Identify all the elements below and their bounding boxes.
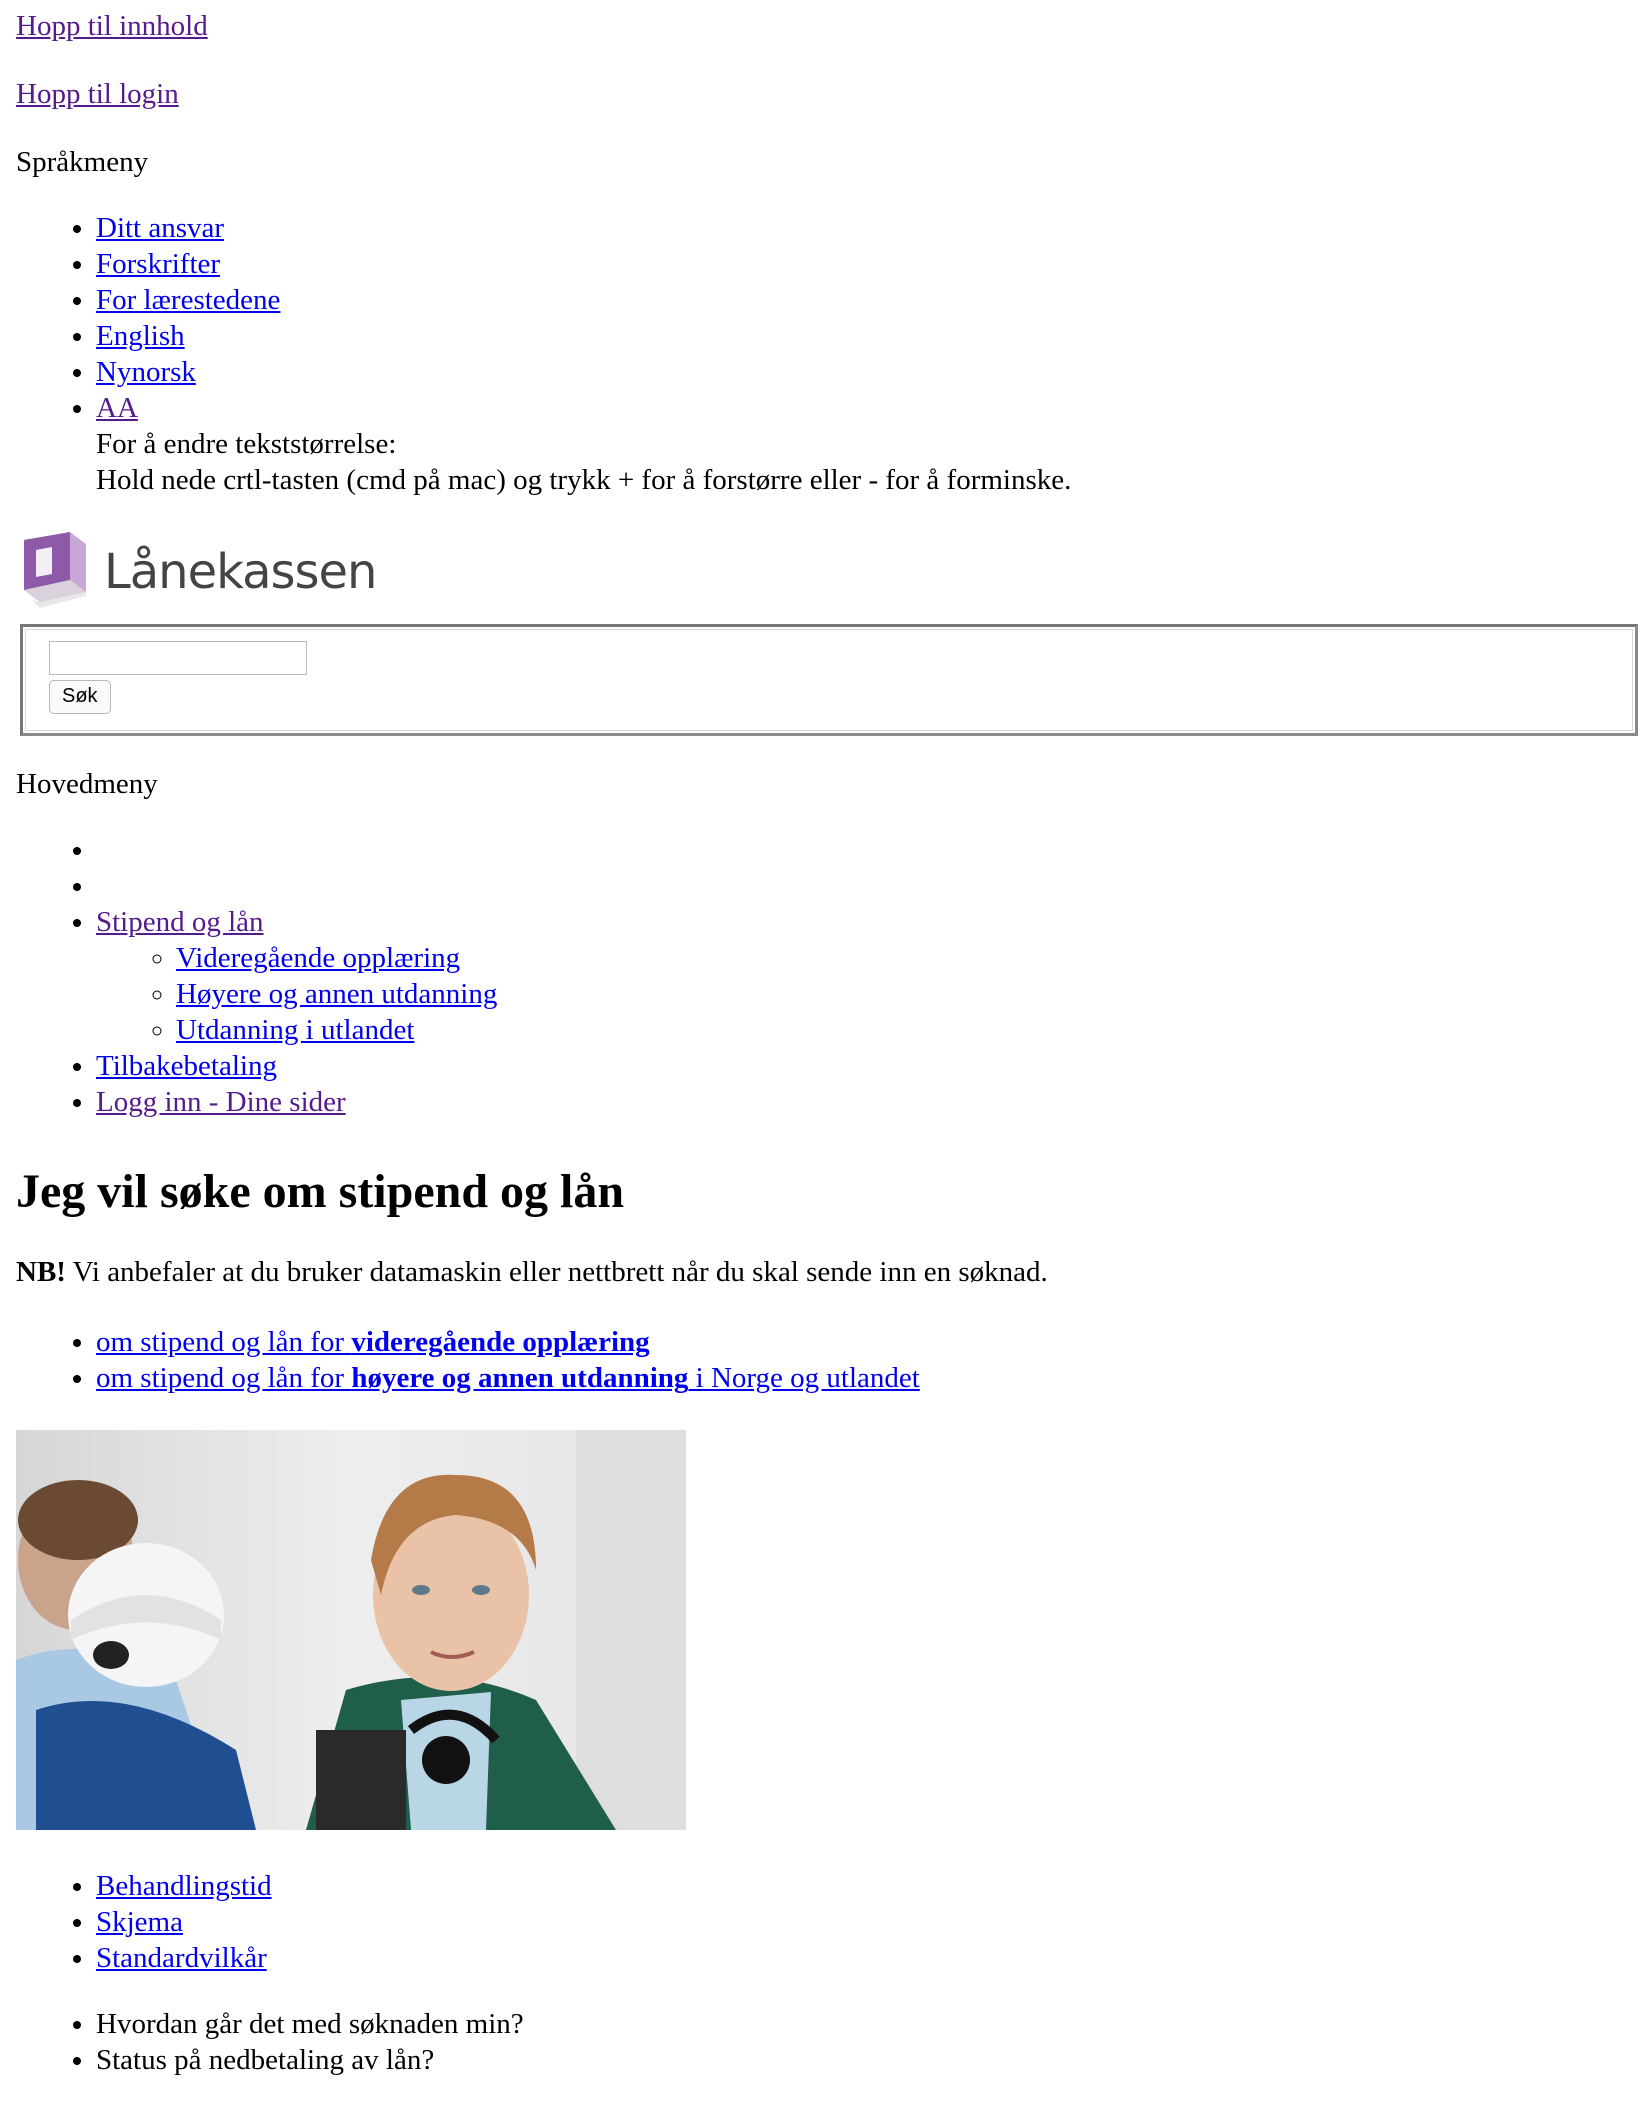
behandlingstid-link[interactable]: Behandlingstid [96,1870,272,1902]
stipend-og-lan-link[interactable]: Stipend og lån [96,906,264,938]
skjema-link[interactable]: Skjema [96,1906,183,1938]
apply-link-item: om stipend og lån for høyere og annen ut… [96,1360,1630,1396]
students-photo [16,1430,686,1830]
status-item-soknad: Hvordan går det med søknaden min? [96,2006,1630,2042]
ditt-ansvar-link[interactable]: Ditt ansvar [96,212,224,244]
main-menu-label: Hovedmeny [16,768,158,800]
language-menu-item: English [96,318,1630,354]
submenu-item: Høyere og annen utdanning [176,976,1630,1012]
apply-link-item: om stipend og lån for videregående opplæ… [96,1324,1630,1360]
language-menu: Ditt ansvar Forskrifter For lærestedene … [16,210,1630,498]
nb-text: Vi anbefaler at du bruker datamaskin ell… [65,1256,1048,1288]
text-size-instructions: Hold nede crtl-tasten (cmd på mac) og tr… [96,464,1072,496]
language-menu-item: AA For å endre tekststørrelse: Hold nede… [96,390,1630,498]
nynorsk-link[interactable]: Nynorsk [96,356,196,388]
main-menu-item-stipend: Stipend og lån Videregående opplæring Hø… [96,904,1630,1048]
forskrifter-link[interactable]: Forskrifter [96,248,220,280]
nb-label: NB! [16,1256,66,1288]
status-list: Hvordan går det med søknaden min? Status… [16,2006,1630,2078]
info-links: Behandlingstid Skjema Standardvilkår [16,1868,1630,1976]
for-laerestedene-link[interactable]: For lærestedene [96,284,280,316]
skip-to-login-link[interactable]: Hopp til login [16,78,179,110]
page-title: Jeg vil søke om stipend og lån [16,1165,625,1218]
apply-link-prefix: om stipend og lån for [96,1326,352,1358]
nb-notice: NB! Vi anbefaler at du bruker datamaskin… [16,1254,1630,1290]
search-input[interactable] [49,641,307,675]
language-menu-item: For lærestedene [96,282,1630,318]
language-menu-item: Forskrifter [96,246,1630,282]
utdanning-utlandet-link[interactable]: Utdanning i utlandet [176,1014,414,1046]
text-size-title: For å endre tekststørrelse: [96,428,397,460]
submenu-item: Videregående opplæring [176,940,1630,976]
apply-link-bold: høyere og annen utdanning [351,1362,689,1394]
main-menu-item-login: Logg inn - Dine sider [96,1084,1630,1120]
skip-to-content-link[interactable]: Hopp til innhold [16,10,208,42]
hoyere-utdanning-link[interactable]: Høyere og annen utdanning [176,978,497,1010]
info-link-item: Skjema [96,1904,1630,1940]
main-menu-item-tilbakebetaling: Tilbakebetaling [96,1048,1630,1084]
search-form: Søk [20,624,1638,736]
apply-link-bold: videregående opplæring [351,1326,650,1358]
language-menu-item: Ditt ansvar [96,210,1630,246]
text-size-link[interactable]: AA [96,392,138,424]
search-button[interactable]: Søk [49,679,111,714]
lanekassen-logo-icon [24,532,86,608]
apply-links: om stipend og lån for videregående opplæ… [16,1324,1630,1396]
stipend-submenu: Videregående opplæring Høyere og annen u… [96,940,1630,1048]
logo-text: Lånekassen [104,544,377,600]
main-menu-item-empty [96,832,1630,868]
apply-link-suffix: i Norge og utlandet [688,1362,920,1394]
info-link-item: Behandlingstid [96,1868,1630,1904]
videregaende-link[interactable]: Videregående opplæring [176,942,460,974]
apply-link-prefix: om stipend og lån for [96,1362,352,1394]
tilbakebetaling-link[interactable]: Tilbakebetaling [96,1050,277,1082]
skip-to-login-row: Hopp til login [16,76,1630,112]
apply-hoyere-link[interactable]: om stipend og lån for høyere og annen ut… [96,1362,920,1394]
standardvilkar-link[interactable]: Standardvilkår [96,1942,267,1974]
logg-inn-link[interactable]: Logg inn - Dine sider [96,1086,346,1118]
english-link[interactable]: English [96,320,185,352]
logo[interactable]: Lånekassen [16,530,1630,614]
language-menu-label: Språkmeny [16,146,149,178]
submenu-item: Utdanning i utlandet [176,1012,1630,1048]
main-menu-item-empty [96,868,1630,904]
info-link-item: Standardvilkår [96,1940,1630,1976]
language-menu-item: Nynorsk [96,354,1630,390]
main-menu: Stipend og lån Videregående opplæring Hø… [16,832,1630,1120]
apply-videregaende-link[interactable]: om stipend og lån for videregående opplæ… [96,1326,650,1358]
page: Hopp til innhold Hopp til login Språkmen… [0,0,1646,2112]
skip-to-content-row: Hopp til innhold [16,8,1630,44]
status-item-nedbetaling: Status på nedbetaling av lån? [96,2042,1630,2078]
